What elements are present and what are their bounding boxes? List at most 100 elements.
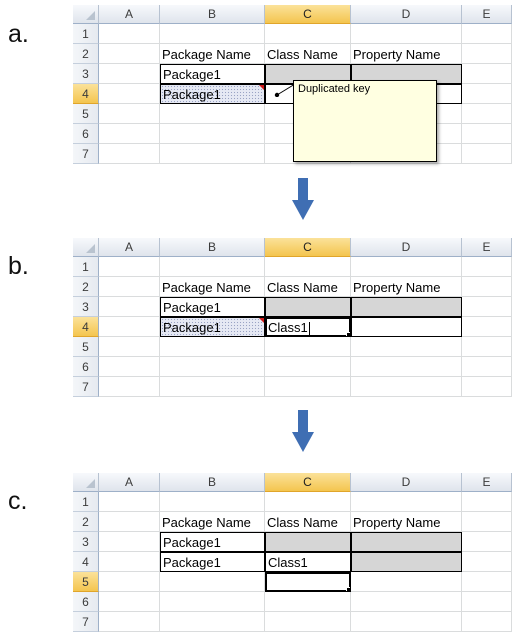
cell-c7[interactable] [265, 612, 351, 632]
select-all-corner-icon[interactable] [73, 473, 99, 492]
cell-d3[interactable] [351, 532, 462, 552]
cell-a1[interactable] [99, 24, 160, 44]
cell-c6[interactable] [265, 592, 351, 612]
cell-b6[interactable] [160, 357, 265, 377]
cell-e1[interactable] [462, 24, 512, 44]
cell-e2[interactable] [462, 512, 512, 532]
select-all-corner-icon[interactable] [73, 238, 99, 257]
cell-c6[interactable] [265, 357, 351, 377]
cell-a3[interactable] [99, 297, 160, 317]
cell-d6[interactable] [351, 357, 462, 377]
cell-d2[interactable]: Property Name [351, 44, 462, 64]
cell-a2[interactable] [99, 277, 160, 297]
row-header-3[interactable]: 3 [73, 64, 99, 84]
cell-a7[interactable] [99, 377, 160, 397]
cell-b3[interactable]: Package1 [160, 297, 265, 317]
row-header-6[interactable]: 6 [73, 592, 99, 612]
cell-d5[interactable] [351, 572, 462, 592]
cell-c5-active[interactable] [265, 572, 351, 592]
cell-b4[interactable]: Package1 [160, 552, 265, 572]
cell-b1[interactable] [160, 24, 265, 44]
cell-a7[interactable] [99, 612, 160, 632]
row-header-2[interactable]: 2 [73, 512, 99, 532]
cell-e2[interactable] [462, 44, 512, 64]
cell-a6[interactable] [99, 124, 160, 144]
cell-a5[interactable] [99, 572, 160, 592]
cell-e7[interactable] [462, 144, 512, 164]
cell-c2[interactable]: Class Name [265, 512, 351, 532]
cell-e5[interactable] [462, 104, 512, 124]
cell-a6[interactable] [99, 592, 160, 612]
cell-a4[interactable] [99, 317, 160, 337]
cell-d3[interactable] [351, 297, 462, 317]
cell-c4[interactable]: Class1 [265, 552, 351, 572]
cell-b5[interactable] [160, 104, 265, 124]
cell-b6[interactable] [160, 592, 265, 612]
row-header-1[interactable]: 1 [73, 24, 99, 44]
cell-c2[interactable]: Class Name [265, 44, 351, 64]
cell-c3[interactable] [265, 297, 351, 317]
cell-d1[interactable] [351, 24, 462, 44]
cell-d4[interactable] [351, 317, 462, 337]
cell-d7[interactable] [351, 612, 462, 632]
row-header-4[interactable]: 4 [73, 317, 99, 337]
column-header-a[interactable]: A [99, 238, 160, 257]
cell-b6[interactable] [160, 124, 265, 144]
cell-a6[interactable] [99, 357, 160, 377]
cell-e6[interactable] [462, 357, 512, 377]
cell-a5[interactable] [99, 337, 160, 357]
row-header-5[interactable]: 5 [73, 104, 99, 124]
cell-b4[interactable]: Package1 [160, 317, 265, 337]
cell-c2[interactable]: Class Name [265, 277, 351, 297]
column-header-b[interactable]: B [160, 238, 265, 257]
cell-a2[interactable] [99, 44, 160, 64]
column-header-b[interactable]: B [160, 5, 265, 24]
cell-b7[interactable] [160, 144, 265, 164]
row-header-5[interactable]: 5 [73, 572, 99, 592]
row-header-5[interactable]: 5 [73, 337, 99, 357]
cell-a4[interactable] [99, 552, 160, 572]
cell-d4[interactable] [351, 552, 462, 572]
cell-c1[interactable] [265, 24, 351, 44]
column-header-c[interactable]: C [265, 238, 351, 257]
cell-e6[interactable] [462, 592, 512, 612]
cell-e4[interactable] [462, 552, 512, 572]
column-header-c[interactable]: C [265, 473, 351, 492]
cell-c3[interactable] [265, 532, 351, 552]
cell-e4[interactable] [462, 84, 512, 104]
cell-e6[interactable] [462, 124, 512, 144]
cell-e3[interactable] [462, 297, 512, 317]
cell-a1[interactable] [99, 492, 160, 512]
cell-e5[interactable] [462, 337, 512, 357]
cell-d1[interactable] [351, 257, 462, 277]
cell-e1[interactable] [462, 492, 512, 512]
cell-b1[interactable] [160, 257, 265, 277]
row-header-4[interactable]: 4 [73, 84, 99, 104]
column-header-e[interactable]: E [462, 473, 512, 492]
cell-b2[interactable]: Package Name [160, 44, 265, 64]
row-header-3[interactable]: 3 [73, 532, 99, 552]
row-header-1[interactable]: 1 [73, 492, 99, 512]
column-header-c[interactable]: C [265, 5, 351, 24]
cell-c4-editing[interactable]: Class1 [265, 317, 351, 337]
cell-a1[interactable] [99, 257, 160, 277]
cell-d6[interactable] [351, 592, 462, 612]
row-header-3[interactable]: 3 [73, 297, 99, 317]
cell-a2[interactable] [99, 512, 160, 532]
cell-e1[interactable] [462, 257, 512, 277]
select-all-corner-icon[interactable] [73, 5, 99, 24]
cell-a4[interactable] [99, 84, 160, 104]
cell-e7[interactable] [462, 377, 512, 397]
row-header-2[interactable]: 2 [73, 277, 99, 297]
column-header-a[interactable]: A [99, 5, 160, 24]
cell-b4[interactable]: Package1 [160, 84, 265, 104]
cell-b7[interactable] [160, 612, 265, 632]
cell-e7[interactable] [462, 612, 512, 632]
cell-b7[interactable] [160, 377, 265, 397]
cell-b3[interactable]: Package1 [160, 64, 265, 84]
column-header-a[interactable]: A [99, 473, 160, 492]
cell-c5[interactable] [265, 337, 351, 357]
column-header-e[interactable]: E [462, 5, 512, 24]
row-header-4[interactable]: 4 [73, 552, 99, 572]
column-header-d[interactable]: D [351, 238, 462, 257]
